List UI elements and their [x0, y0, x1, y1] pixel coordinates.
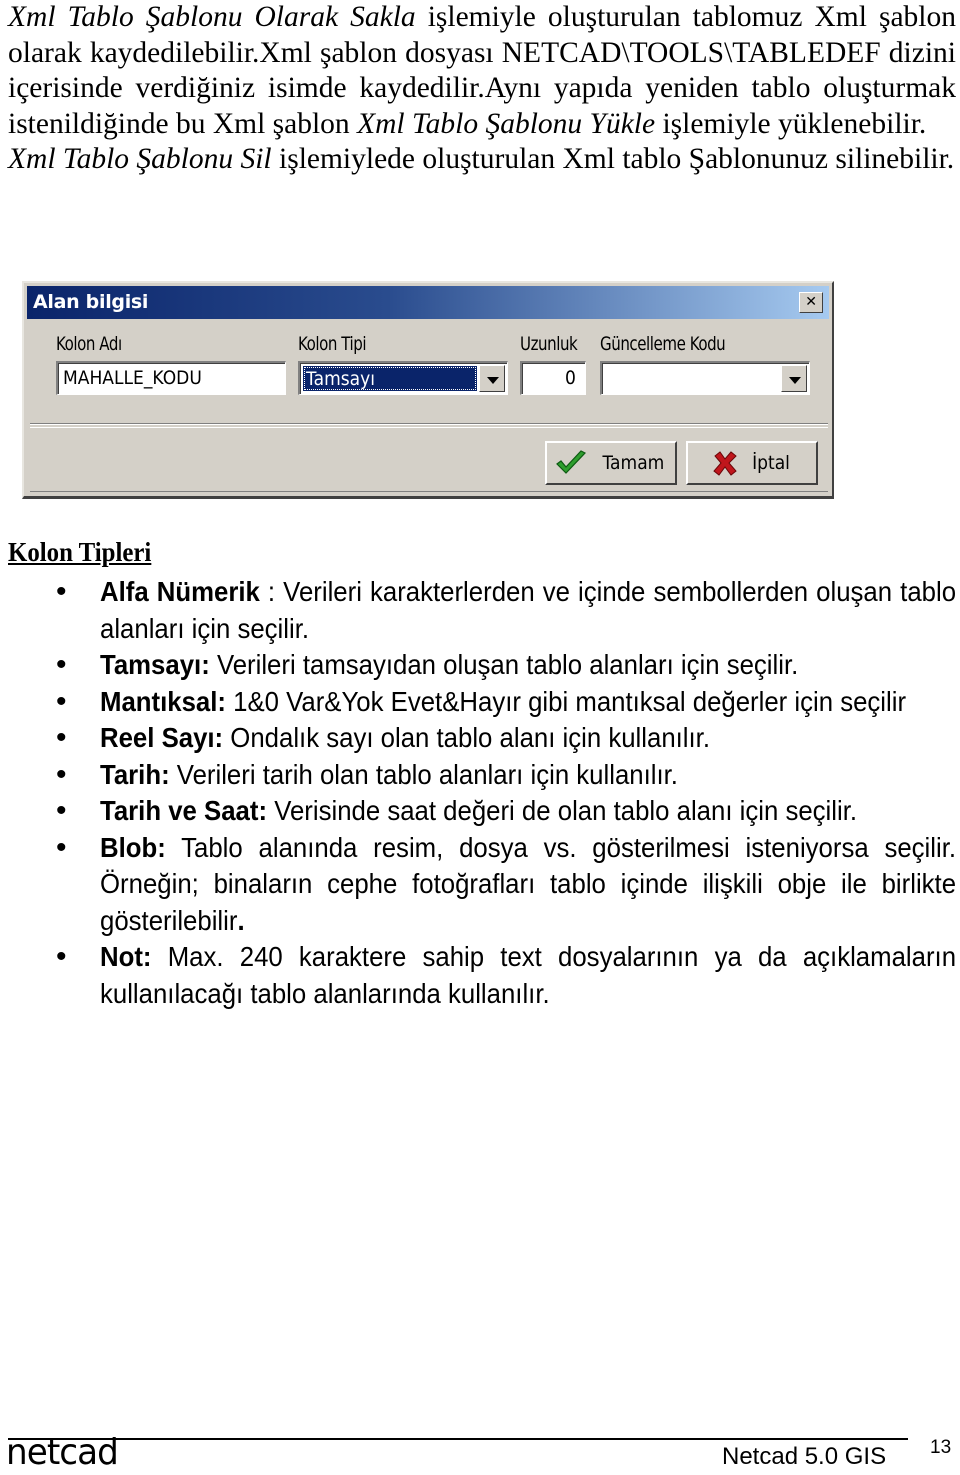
cross-icon [713, 451, 737, 476]
list-item: Tarih: Verileri tarih olan tablo alanlar… [56, 757, 956, 794]
intro-paragraph-2: Xml Tablo Şablonu Sil işlemiylede oluştu… [8, 143, 955, 175]
kolon-adi-input[interactable]: MAHALLE_KODU [56, 361, 286, 395]
list-item: Tamsayı: Verileri tamsayıdan oluşan tabl… [56, 647, 956, 684]
netcad-logo: netcad [6, 1432, 119, 1473]
dialog-title: Alan bilgisi [33, 291, 149, 313]
kolon-tipi-select[interactable]: Tamsayı [298, 361, 508, 395]
kolon-tipi-dropdown-button[interactable] [479, 365, 505, 392]
kolon-tipi-label: Kolon Tipi [298, 333, 367, 355]
iptal-button[interactable]: İptal [686, 441, 818, 485]
list-item: Mantıksal: 1&0 Var&Yok Evet&Hayır gibi m… [56, 684, 956, 721]
menu-ref-save-template: Xml Tablo Şablonu Olarak Sakla [8, 1, 416, 33]
alan-bilgisi-dialog: Alan bilgisi ✕ Kolon Adı MAHALLE_KODU Ko… [22, 281, 834, 499]
guncelleme-kodu-dropdown-button[interactable] [781, 365, 807, 392]
tamam-button[interactable]: Tamam [545, 441, 677, 485]
menu-ref-load-template: Xml Tablo Şablonu Yükle [357, 107, 656, 140]
uzunluk-input[interactable]: 0 [520, 361, 586, 395]
close-icon: ✕ [805, 294, 817, 310]
menu-ref-delete-template: Xml Tablo Şablonu Sil [8, 143, 272, 175]
list-item: Blob: Tablo alanında resim, dosya vs. gö… [56, 830, 956, 940]
close-button[interactable]: ✕ [799, 292, 823, 313]
field-group: Kolon Adı MAHALLE_KODU Kolon Tipi Tamsay… [30, 323, 828, 424]
footer-divider [8, 1438, 908, 1440]
list-item: Alfa Nümerik : Verileri karakterlerden v… [56, 574, 956, 647]
checkmark-icon [555, 450, 586, 474]
footer-product-name: Netcad 5.0 GIS [722, 1443, 887, 1470]
guncelleme-kodu-label: Güncelleme Kodu [600, 333, 726, 355]
intro-paragraph-1: Xml Tablo Şablonu Olarak Sakla işlemiyle… [8, 1, 956, 140]
kolon-adi-label: Kolon Adı [56, 333, 122, 355]
page-number: 13 [930, 1437, 952, 1458]
list-item: Reel Sayı: Ondalık sayı olan tablo alanı… [56, 720, 956, 757]
kolon-tipleri-list: Alfa Nümerik : Verileri karakterlerden v… [56, 574, 956, 1012]
dialog-titlebar: Alan bilgisi ✕ [27, 286, 829, 319]
section-title-kolon-tipleri: Kolon Tipleri [8, 537, 152, 567]
guncelleme-kodu-select[interactable] [600, 361, 810, 395]
list-item: Not: Max. 240 karaktere sahip text dosya… [56, 939, 956, 1012]
uzunluk-label: Uzunluk [520, 333, 578, 355]
list-item: Tarih ve Saat: Verisinde saat değeri de … [56, 793, 956, 830]
kolon-tipi-selected-value: Tamsayı [303, 366, 477, 391]
intro-text: Xml Tablo Şablonu Olarak Sakla işlemiyle… [8, 0, 956, 178]
